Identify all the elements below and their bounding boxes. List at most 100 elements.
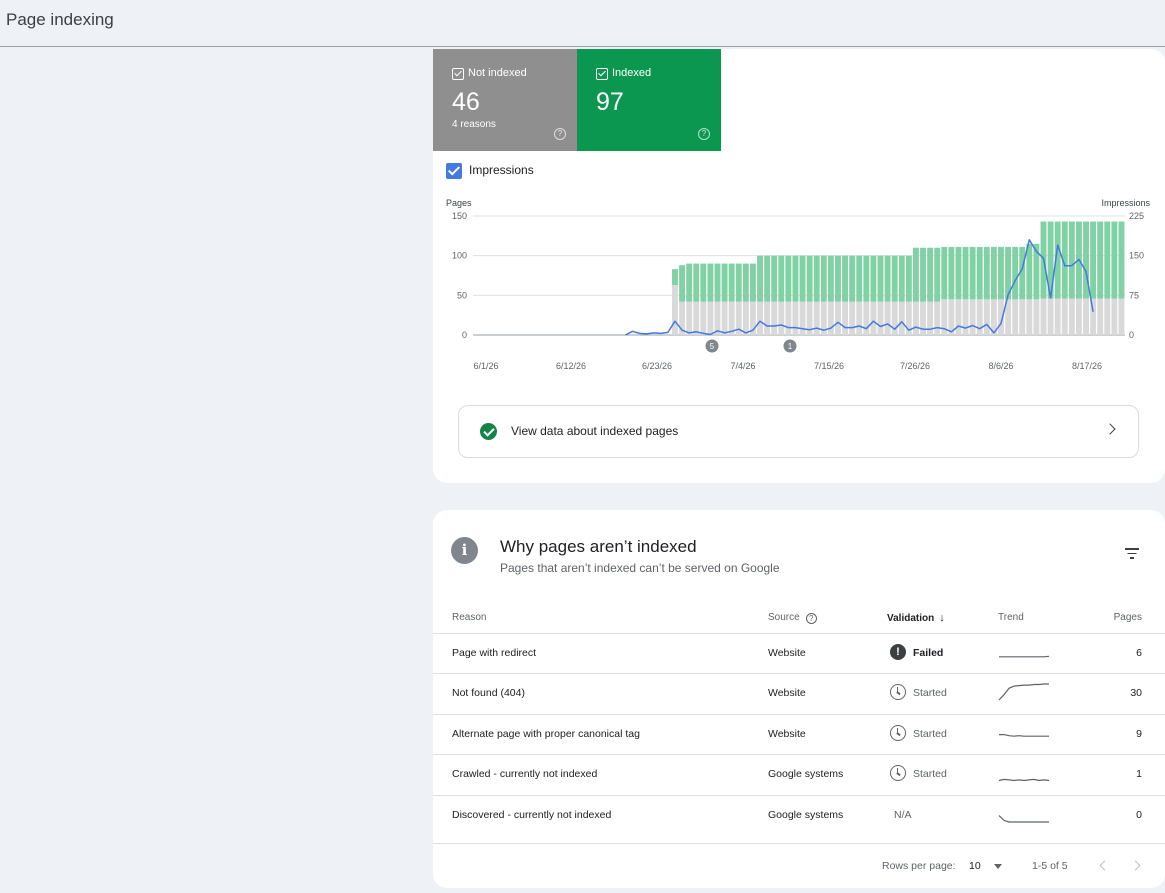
clock-icon [890, 765, 906, 781]
bar-not-indexed [1040, 298, 1047, 335]
view-indexed-label: View data about indexed pages [511, 424, 679, 438]
reason-cell: Page with redirect [452, 647, 537, 659]
bar-indexed [870, 255, 877, 302]
bar-indexed [1104, 221, 1111, 299]
help-icon[interactable]: ? [554, 128, 566, 140]
trend-line [999, 655, 1050, 658]
not-indexed-label: Not indexed [468, 67, 527, 79]
table-row[interactable]: Page with redirect Website! Failed 6 [433, 633, 1165, 673]
left-tick-label: 50 [457, 290, 467, 300]
annotation-label: 1 [788, 342, 793, 351]
bar-indexed [863, 255, 870, 302]
bar-not-indexed [969, 299, 976, 335]
left-tick-label: 0 [462, 330, 467, 340]
bar-indexed [764, 255, 771, 302]
trend-sparkline [999, 655, 1050, 658]
bar-not-indexed [1054, 298, 1061, 335]
bar-not-indexed [962, 299, 969, 335]
bar-indexed [1111, 221, 1118, 299]
bar-indexed [686, 263, 693, 302]
bar-not-indexed [813, 301, 820, 335]
trend-line [998, 778, 1050, 782]
help-icon[interactable]: ? [698, 128, 710, 140]
bar-indexed [721, 263, 728, 302]
trend-line [999, 734, 1049, 737]
bar-not-indexed [877, 301, 884, 335]
bar-not-indexed [1033, 299, 1040, 335]
indexing-summary-card: Not indexed 46 4 reasons ? Indexed 97 ? … [433, 49, 1165, 483]
bar-not-indexed [884, 301, 891, 335]
col-header-source: Source? [768, 612, 817, 624]
bar-not-indexed [672, 285, 678, 335]
bar-indexed [1118, 221, 1125, 299]
validation-status: Started [913, 768, 947, 780]
impressions-checkbox[interactable] [446, 163, 462, 179]
not-indexed-checkbox[interactable] [452, 68, 464, 80]
reason-cell: Crawled - currently not indexed [452, 768, 598, 780]
section-subtitle: Pages that aren’t indexed can’t be serve… [500, 561, 780, 575]
bar-indexed [813, 255, 820, 302]
bar-not-indexed [792, 301, 799, 335]
bar-indexed [827, 255, 834, 302]
right-axis-label: Impressions [1101, 198, 1150, 208]
indexing-chart: Pages Impressions 150 225 100 150 50 75 0 0 5 1 6/1/… [446, 198, 1151, 371]
bar-indexed [1090, 221, 1097, 299]
not-indexed-tile[interactable]: Not indexed 46 4 reasons ? [433, 49, 577, 151]
bar-indexed [1012, 246, 1019, 300]
bar-not-indexed [778, 301, 785, 335]
bar-indexed [693, 263, 700, 302]
bar-indexed [990, 246, 997, 300]
col-header-trend: Trend [998, 612, 1024, 623]
bar-indexed [835, 255, 841, 302]
x-tick-label: 7/26/26 [900, 361, 930, 371]
indexed-count: 97 [596, 88, 624, 116]
bar-not-indexed [700, 301, 707, 335]
validation-status: Started [913, 728, 947, 740]
clock-icon [890, 684, 906, 700]
bar-not-indexed [863, 301, 870, 335]
bar-indexed [735, 263, 742, 302]
chevron-right-icon [1104, 423, 1116, 435]
bar-not-indexed [898, 301, 905, 335]
pages-cell: 30 [1130, 687, 1142, 699]
bar-indexed [976, 246, 983, 300]
table-row[interactable]: Not found (404) Website Started 30 [433, 673, 1165, 713]
bar-indexed [948, 246, 955, 300]
bar-indexed [998, 246, 1004, 300]
bar-not-indexed [827, 301, 834, 335]
bar-indexed [912, 247, 919, 302]
section-title: Why pages aren’t indexed [500, 537, 697, 556]
bar-indexed [1026, 243, 1033, 300]
x-tick-label: 6/1/26 [473, 361, 498, 371]
validation-status: N/A [894, 809, 912, 821]
left-tick-label: 100 [452, 251, 467, 261]
filter-icon[interactable] [1125, 548, 1139, 559]
bar-not-indexed [934, 301, 941, 335]
bar-not-indexed [920, 301, 926, 335]
source-cell: Google systems [768, 809, 844, 821]
table-row[interactable]: Discovered - currently not indexed Google… [433, 795, 1165, 835]
x-tick-label: 8/17/26 [1072, 361, 1102, 371]
x-tick-label: 7/4/26 [730, 361, 755, 371]
chevron-right-icon[interactable] [1130, 860, 1141, 871]
right-tick-label: 225 [1129, 211, 1144, 221]
chevron-left-icon[interactable] [1099, 860, 1110, 871]
indexed-tile[interactable]: Indexed 97 ? [577, 49, 721, 151]
caret-down-icon[interactable] [994, 864, 1002, 869]
pages-cell: 6 [1136, 647, 1142, 659]
indexed-checkbox[interactable] [596, 68, 608, 80]
help-icon[interactable]: ? [805, 613, 817, 624]
bar-not-indexed [1026, 299, 1033, 335]
table-pagination: Rows per page: 10 1-5 of 5 [433, 843, 1165, 883]
bar-not-indexed [1019, 299, 1026, 335]
bar-indexed [849, 255, 856, 302]
bar-indexed [941, 246, 948, 300]
col-header-validation[interactable]: Validation ↓ [887, 612, 945, 624]
arrow-down-icon: ↓ [939, 612, 945, 624]
rows-per-page-select[interactable]: 10 [969, 860, 981, 872]
bar-not-indexed [955, 299, 962, 335]
right-tick-label: 150 [1129, 251, 1144, 261]
table-row[interactable]: Crawled - currently not indexed Google sy… [433, 754, 1165, 794]
view-indexed-pages-link[interactable]: View data about indexed pages [458, 405, 1139, 458]
table-row[interactable]: Alternate page with proper canonical tag… [433, 714, 1165, 754]
